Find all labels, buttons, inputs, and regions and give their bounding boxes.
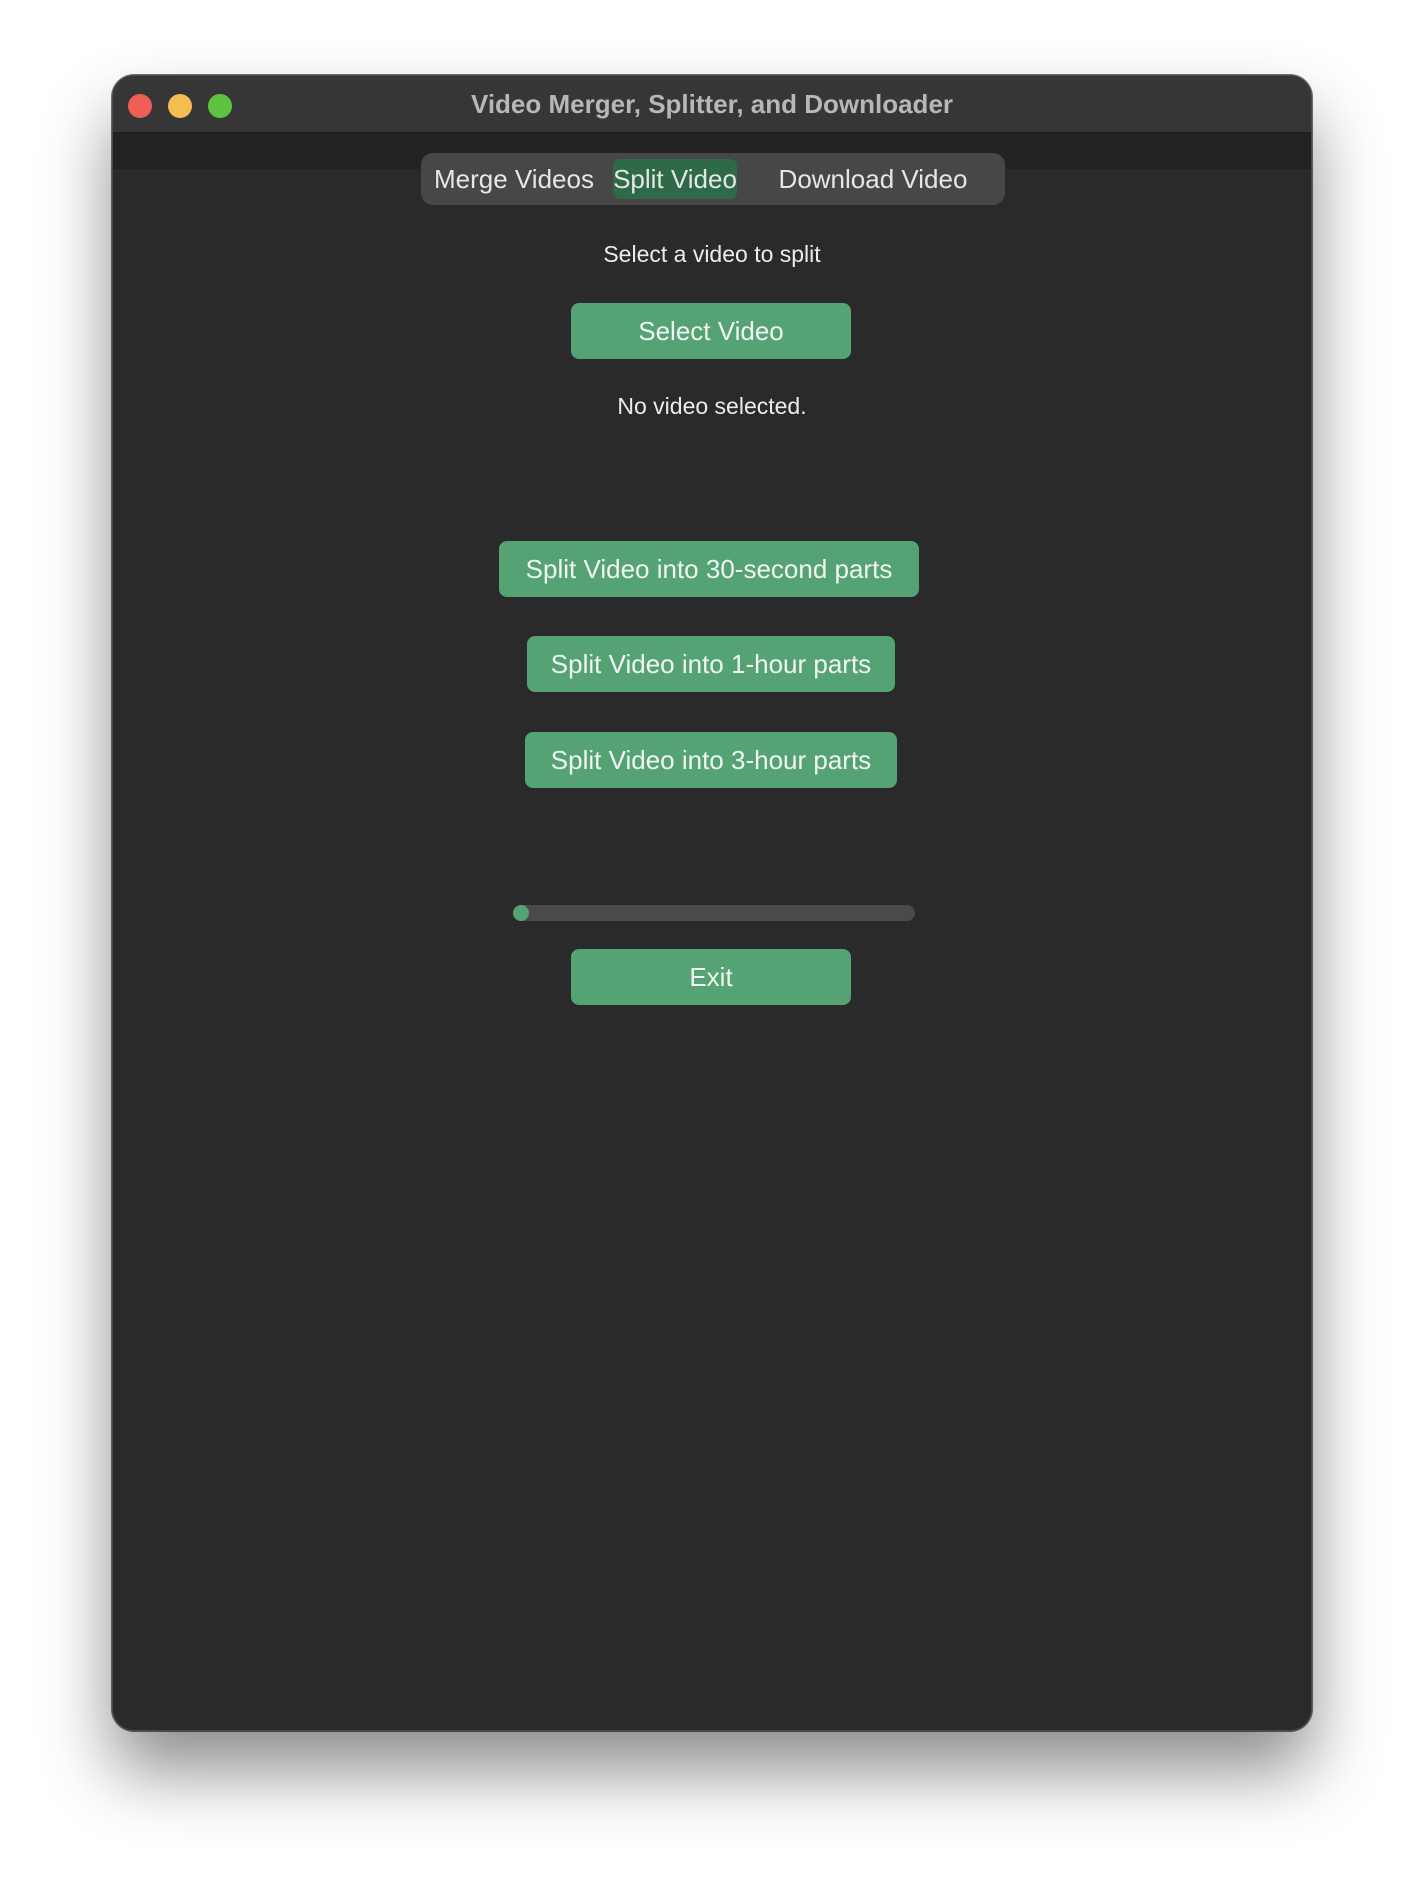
exit-button[interactable]: Exit	[571, 949, 851, 1005]
tab-split-video[interactable]: Split Video	[613, 159, 737, 199]
progress-bar-fill	[513, 905, 529, 921]
tab-download-video[interactable]: Download Video	[749, 159, 997, 199]
selected-video-status: No video selected.	[617, 393, 807, 419]
split-1-hour-button[interactable]: Split Video into 1-hour parts	[527, 636, 895, 692]
progress-bar	[513, 905, 915, 921]
app-window: Video Merger, Splitter, and Downloader M…	[112, 75, 1312, 1731]
window-title: Video Merger, Splitter, and Downloader	[470, 89, 954, 119]
select-video-button[interactable]: Select Video	[571, 303, 851, 359]
select-video-prompt: Select a video to split	[603, 241, 821, 267]
split-3-hour-button[interactable]: Split Video into 3-hour parts	[525, 732, 897, 788]
tab-bar: Merge Videos Split Video Download Video	[421, 153, 1005, 205]
split-30-second-button[interactable]: Split Video into 30-second parts	[499, 541, 919, 597]
tab-merge-videos[interactable]: Merge Videos	[429, 159, 599, 199]
title-bar: Video Merger, Splitter, and Downloader	[113, 76, 1311, 133]
